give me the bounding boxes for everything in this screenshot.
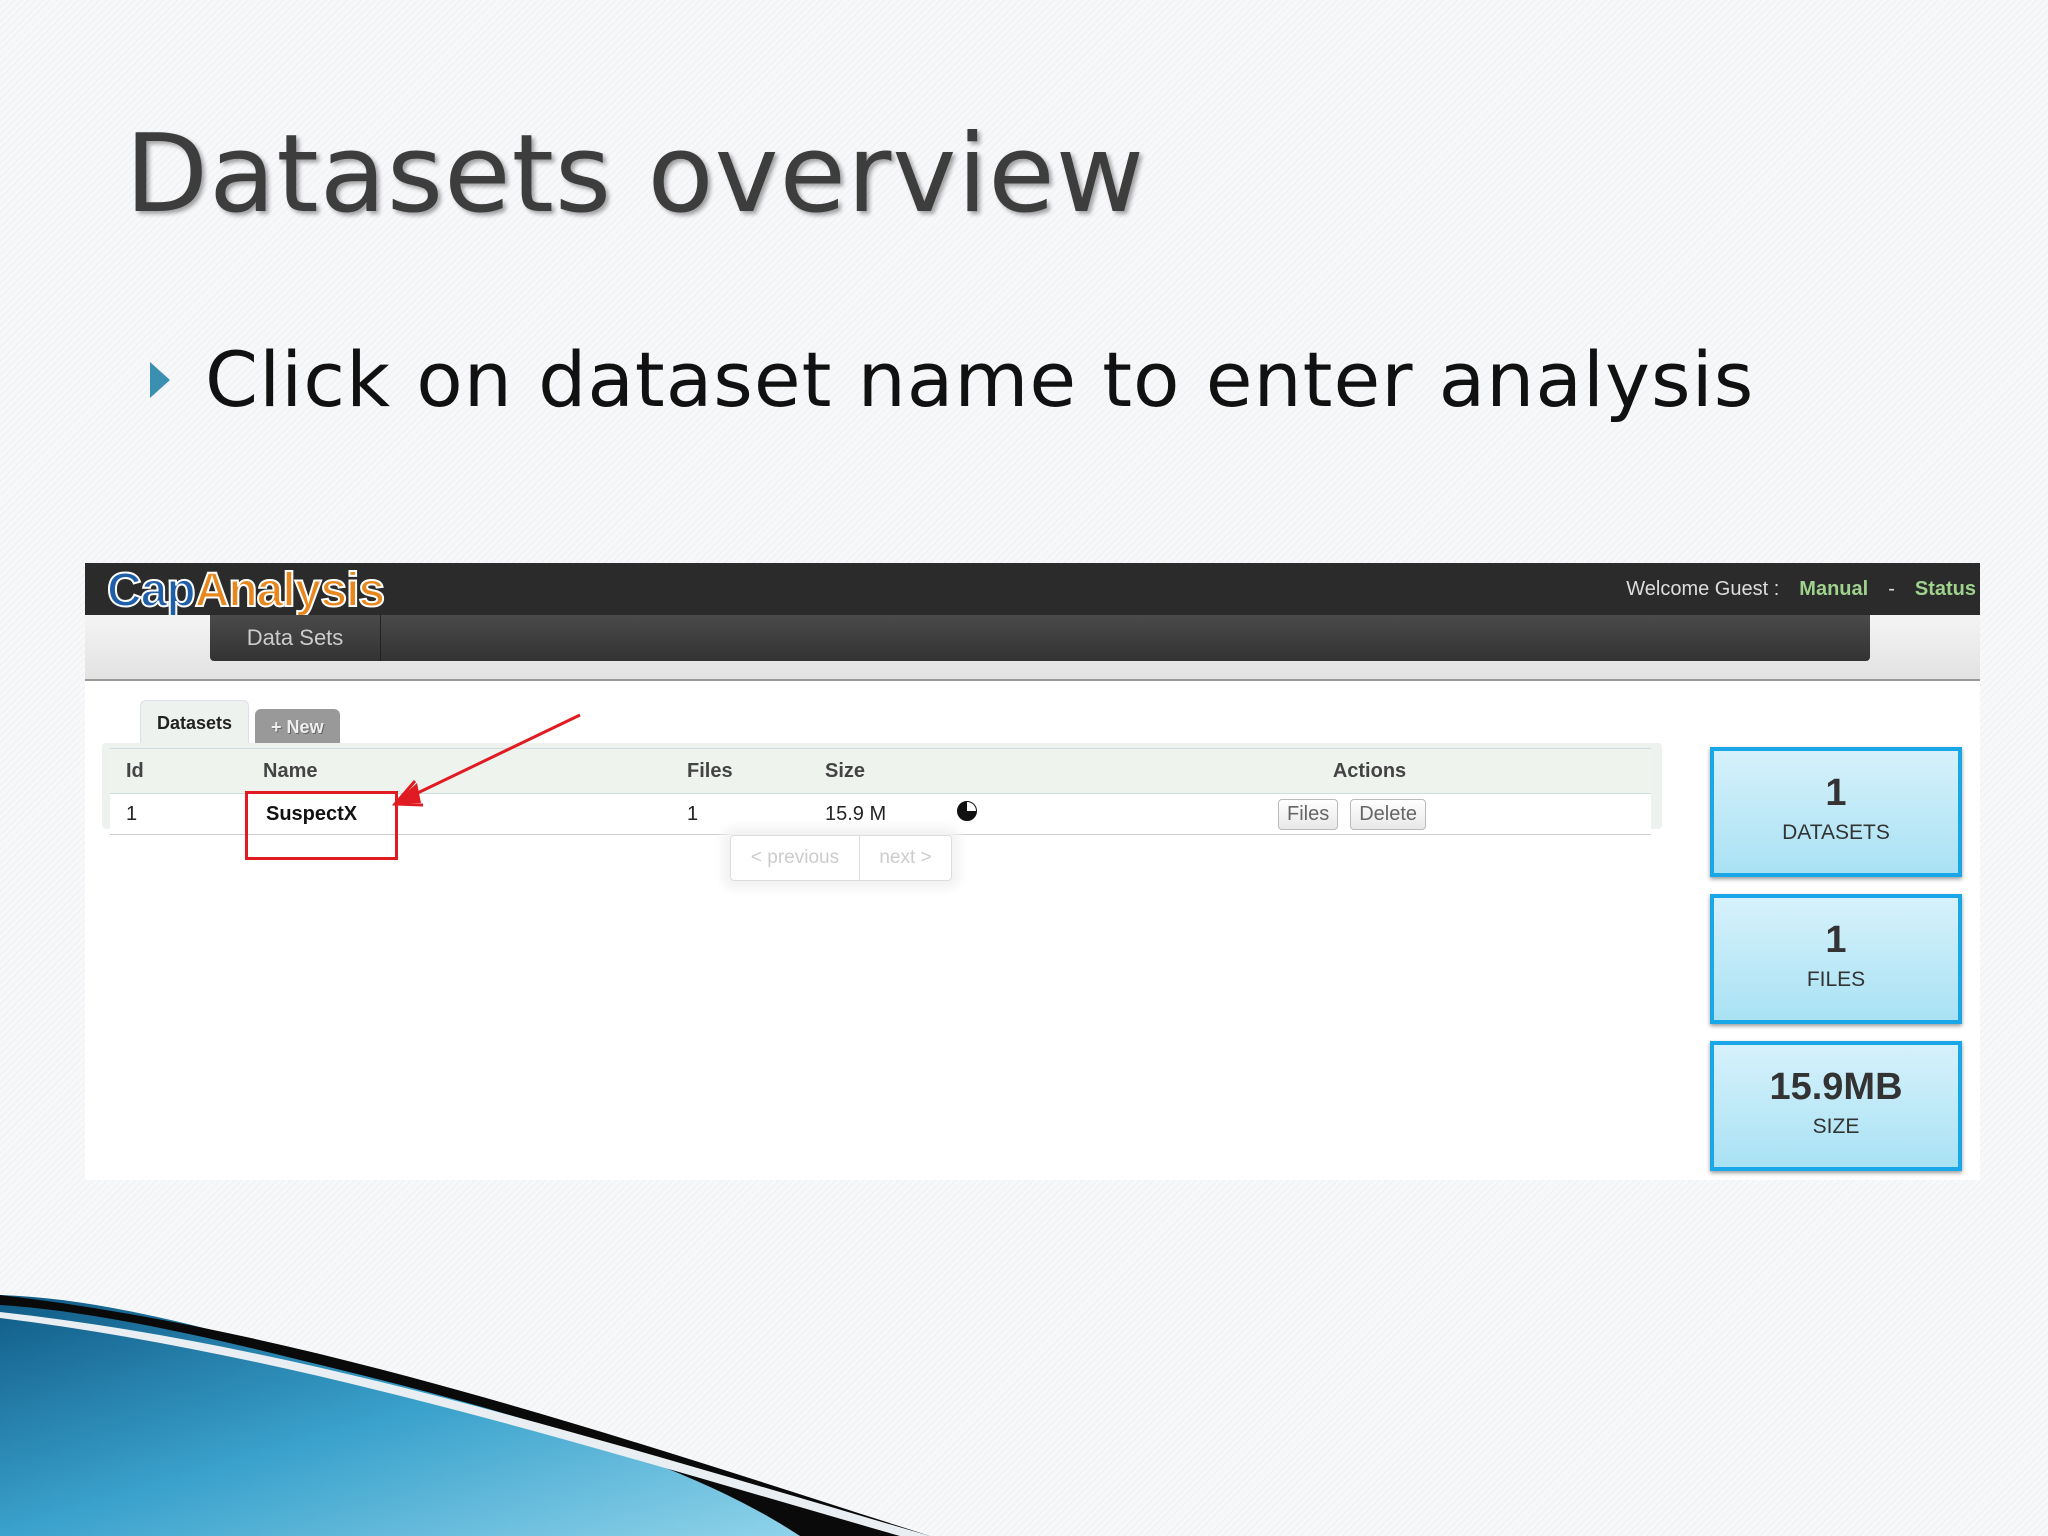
stat-card-datasets: 1 DATASETS	[1710, 747, 1962, 877]
stat-value-files: 1	[1825, 919, 1847, 961]
bullet-text: Click on dataset name to enter analysis	[205, 335, 1755, 424]
stat-label-files: FILES	[1806, 968, 1866, 991]
stat-label-size: SIZE	[1812, 1115, 1860, 1138]
stat-value-size: 15.9MB	[1769, 1066, 1903, 1108]
stat-card-files: 1 FILES	[1710, 894, 1962, 1024]
slide-title: Datasets overview	[125, 112, 1146, 237]
stat-card-size: 15.9MB SIZE	[1710, 1041, 1962, 1171]
bullet-row: Click on dataset name to enter analysis	[150, 335, 1754, 424]
red-arrow-annotation	[391, 713, 581, 807]
app-screenshot: CapAnalysis Welcome Guest : Manual - Sta…	[85, 563, 1980, 1180]
stat-value-datasets: 1	[1825, 772, 1847, 814]
stat-label-datasets: DATASETS	[1782, 821, 1890, 844]
triangle-bullet-icon	[150, 361, 170, 398]
